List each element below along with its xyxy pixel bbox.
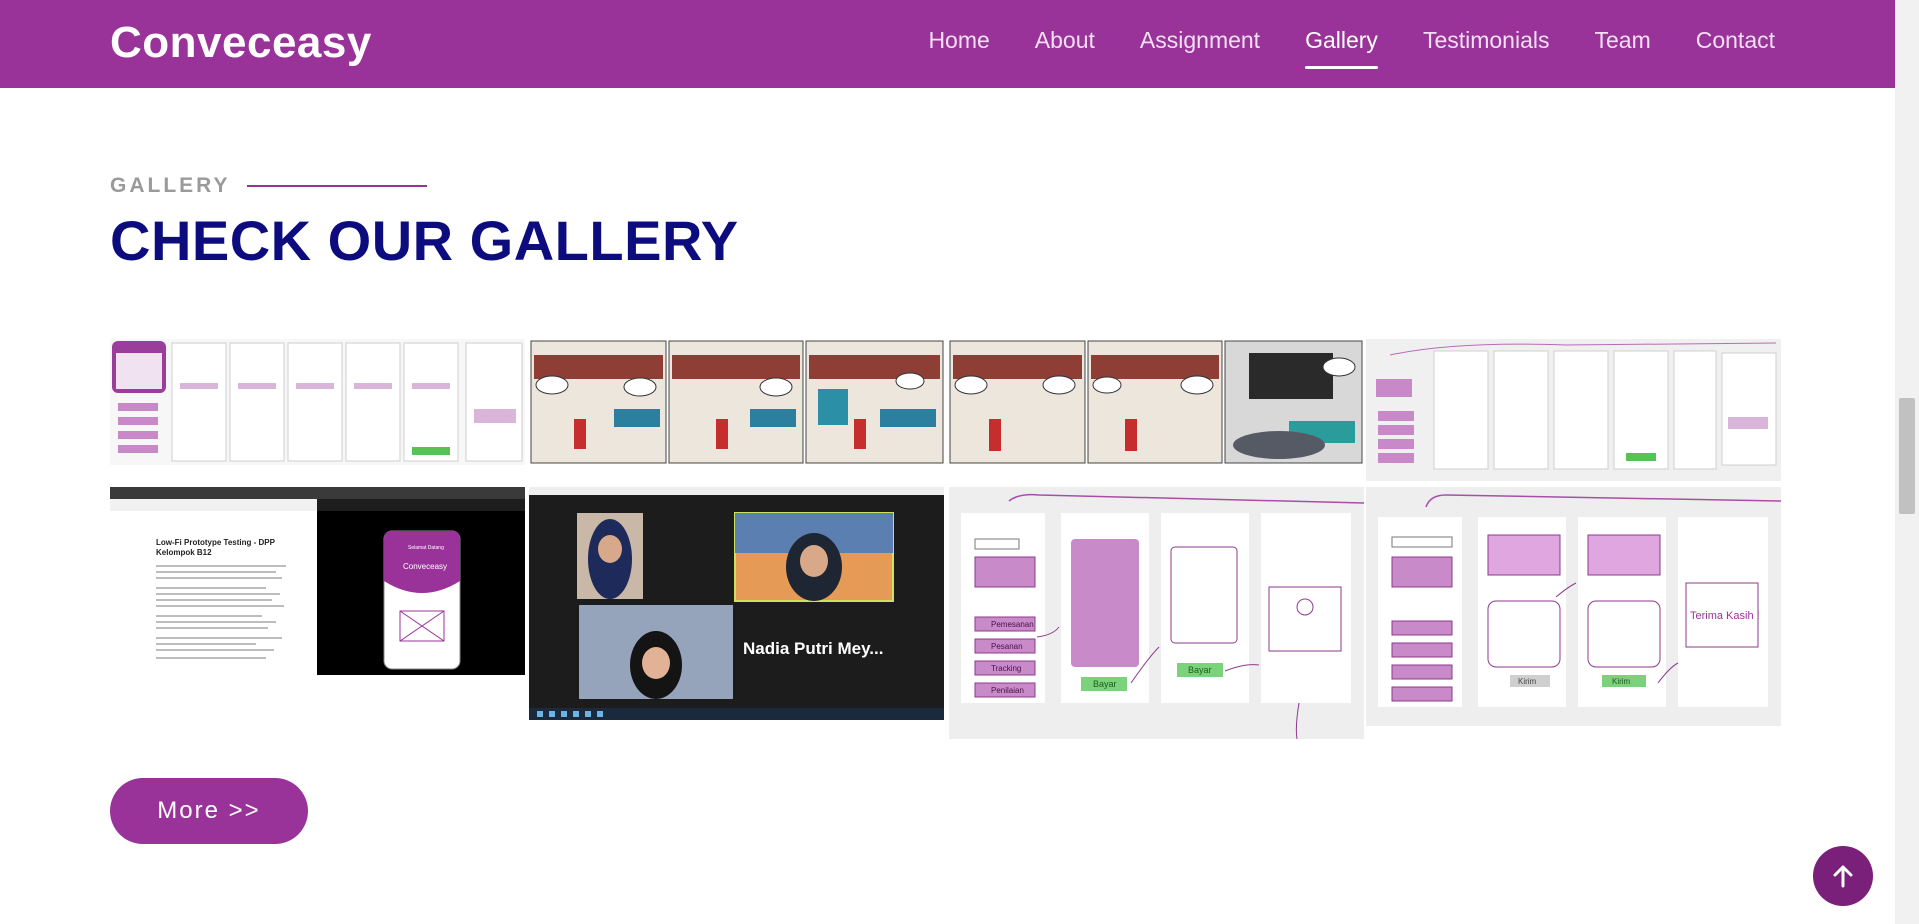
section-title: CHECK OUR GALLERY (110, 209, 739, 272)
svg-text:Penilaian: Penilaian (991, 686, 1024, 695)
wireframe-thanks-image: Kirim Kirim Terima Kasih ! (1366, 487, 1781, 726)
eyebrow-divider (246, 185, 427, 187)
svg-text:Kirim: Kirim (1612, 677, 1631, 686)
section-eyebrow: GALLERY (110, 174, 427, 198)
svg-text:Kelompok B12: Kelompok B12 (156, 548, 212, 557)
wireframe-payment-image: Pemesanan Pesanan Tracking Penilaian Bay… (949, 487, 1364, 739)
arrow-up-icon (1833, 865, 1853, 888)
gallery-item-video-call[interactable]: Nadia Putri Mey... (529, 487, 944, 720)
phone-app-name: Conveceasy (403, 562, 447, 571)
back-to-top-button[interactable] (1813, 846, 1873, 906)
more-gallery-button[interactable]: More >> (110, 778, 308, 844)
nav-team[interactable]: Team (1594, 27, 1650, 54)
nav-gallery[interactable]: Gallery (1305, 27, 1378, 69)
nav-about[interactable]: About (1035, 27, 1095, 54)
gallery-item-wireframe-flow-2[interactable] (1366, 339, 1781, 481)
nav-home[interactable]: Home (928, 27, 989, 54)
nav-contact[interactable]: Contact (1696, 27, 1775, 54)
video-call-image: Nadia Putri Mey... (529, 487, 944, 720)
svg-text:Kirim: Kirim (1518, 677, 1537, 686)
nav-assignment[interactable]: Assignment (1140, 27, 1260, 54)
svg-text:Pemesanan: Pemesanan (991, 620, 1034, 629)
zoom-participant-name: Nadia Putri Mey... (743, 639, 883, 658)
brand-logo[interactable]: Conveceasy (110, 18, 372, 68)
scrollbar-thumb[interactable] (1899, 398, 1915, 514)
svg-text:Pesanan: Pesanan (991, 642, 1023, 651)
gallery-item-testing-screenshot[interactable]: Low-Fi Prototype Testing - DPP Kelompok … (110, 487, 525, 675)
svg-text:Tracking: Tracking (991, 664, 1021, 673)
storyboard-image-2 (949, 339, 1364, 465)
eyebrow-label: GALLERY (110, 174, 231, 197)
wireframe-flow-image-2 (1366, 339, 1781, 481)
testing-screenshot-image: Low-Fi Prototype Testing - DPP Kelompok … (110, 487, 525, 675)
nav-testimonials[interactable]: Testimonials (1423, 27, 1550, 54)
wireframe-flow-image (110, 339, 525, 465)
main-nav: Home About Assignment Gallery Testimonia… (928, 27, 1775, 69)
gallery-item-wireframe-flow[interactable] (110, 339, 525, 465)
phone-header-text: Selamat Datang (408, 545, 444, 551)
svg-text:Bayar: Bayar (1188, 665, 1212, 675)
gallery-item-storyboard-1[interactable] (530, 339, 945, 465)
gallery-item-wireframe-thanks[interactable]: Kirim Kirim Terima Kasih ! (1366, 487, 1781, 726)
svg-text:Terima Kasih !: Terima Kasih ! (1690, 610, 1760, 622)
gallery-item-wireframe-payment[interactable]: Pemesanan Pesanan Tracking Penilaian Bay… (949, 487, 1364, 739)
site-header: Conveceasy Home About Assignment Gallery… (0, 0, 1895, 88)
page-scrollbar[interactable] (1895, 0, 1919, 924)
gallery-item-storyboard-2[interactable] (949, 339, 1364, 465)
svg-text:Bayar: Bayar (1093, 679, 1117, 689)
storyboard-image-1 (530, 339, 945, 465)
svg-text:Low-Fi Prototype Testing - DPP: Low-Fi Prototype Testing - DPP (156, 538, 276, 547)
